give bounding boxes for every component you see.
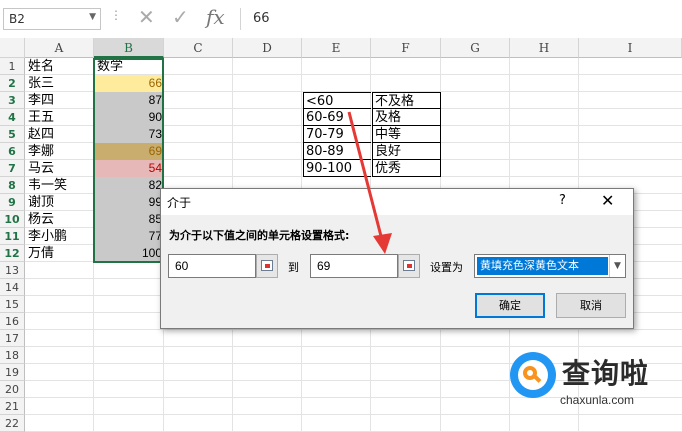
arrow-shaft — [347, 111, 384, 241]
arrow-head — [373, 233, 392, 254]
watermark-logo-icon — [510, 352, 556, 398]
watermark-url: chaxunla.com — [560, 393, 635, 407]
watermark-text: 查询啦 — [562, 357, 650, 390]
